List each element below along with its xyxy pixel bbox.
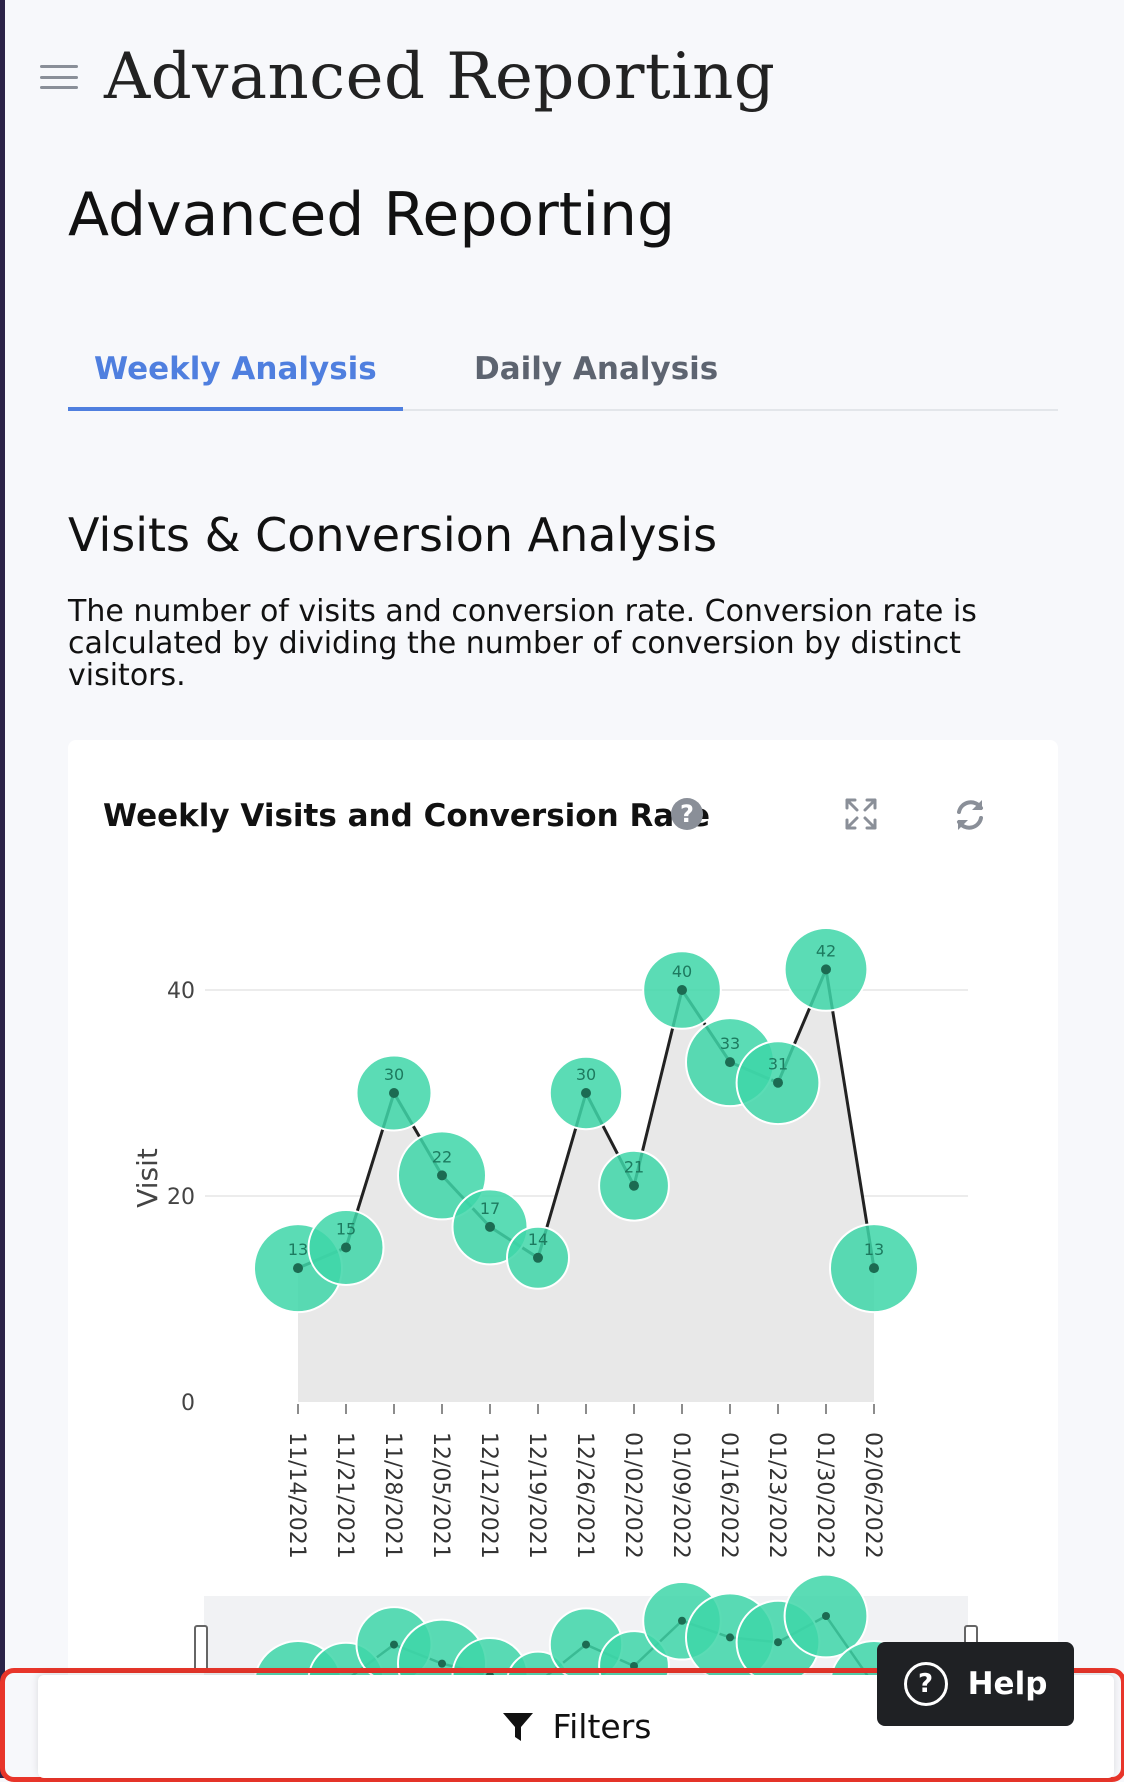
data-label: 30	[384, 1065, 404, 1084]
data-point	[389, 1088, 399, 1098]
chart-card: Weekly Visits and Conversion Rate ? 0 20 4…	[68, 740, 1058, 1778]
x-tick-label: 12/12/2021	[476, 1432, 501, 1559]
data-point	[533, 1252, 543, 1263]
filters-label: Filters	[552, 1707, 652, 1746]
data-label: 21	[624, 1158, 644, 1177]
data-point	[773, 1077, 783, 1088]
navigator-point	[390, 1640, 398, 1649]
section-title: Visits & Conversion Analysis	[68, 508, 718, 562]
y-tick-label: 0	[181, 1391, 195, 1416]
data-point	[869, 1263, 879, 1274]
y-axis-label: Visit	[131, 1148, 164, 1208]
x-tick-label: 11/28/2021	[380, 1432, 405, 1559]
x-tick-label: 12/26/2021	[572, 1432, 597, 1559]
data-point	[341, 1242, 351, 1253]
data-point	[581, 1088, 591, 1098]
hamburger-menu-icon[interactable]	[40, 65, 78, 89]
data-point	[485, 1221, 495, 1232]
data-point	[629, 1180, 639, 1191]
data-point	[293, 1263, 303, 1274]
data-label: 31	[768, 1055, 788, 1074]
data-label: 33	[720, 1034, 740, 1053]
data-label: 14	[528, 1230, 548, 1249]
x-tick-label: 01/09/2022	[668, 1432, 693, 1559]
navigator-point	[822, 1612, 830, 1620]
x-tick-label: 01/16/2022	[716, 1432, 741, 1559]
navigator-point	[678, 1616, 686, 1625]
y-tick-label: 20	[167, 1185, 195, 1210]
data-label: 40	[672, 962, 692, 981]
data-point	[725, 1057, 735, 1068]
x-tick-label: 01/30/2022	[812, 1432, 837, 1559]
help-button[interactable]: ? Help	[877, 1642, 1074, 1726]
question-circle-icon: ?	[903, 1662, 948, 1706]
navigator-point	[438, 1659, 446, 1668]
navigator-point	[726, 1633, 734, 1642]
tab-bar: Weekly Analysis Daily Analysis	[68, 345, 1058, 411]
filter-icon	[502, 1712, 533, 1741]
visits-chart: 0 20 40 Visit 11/14/2021 11/21/2021 11/28/2021…	[131, 927, 978, 1778]
data-label: 30	[576, 1065, 596, 1084]
navigator-point	[582, 1640, 590, 1649]
x-tick-label: 12/05/2021	[428, 1432, 453, 1559]
data-label: 15	[336, 1220, 356, 1239]
data-point	[677, 985, 687, 995]
x-tick-label: 02/06/2022	[860, 1432, 885, 1559]
data-label: 17	[480, 1199, 500, 1218]
help-label: Help	[967, 1666, 1048, 1702]
x-tick-label: 11/14/2021	[284, 1432, 309, 1559]
tab-daily-analysis[interactable]: Daily Analysis	[448, 345, 744, 407]
data-label: 22	[432, 1147, 452, 1166]
tab-weekly-analysis[interactable]: Weekly Analysis	[68, 345, 403, 411]
data-label: 42	[816, 941, 836, 960]
x-tick-label: 01/02/2022	[620, 1432, 645, 1559]
y-tick-label: 40	[167, 979, 195, 1004]
x-tick-label: 12/19/2021	[524, 1432, 549, 1559]
data-point	[437, 1170, 447, 1181]
data-point	[821, 964, 831, 975]
navigator-point	[774, 1638, 782, 1647]
area-fill	[298, 969, 874, 1402]
data-label: 13	[864, 1240, 884, 1259]
navigator-point	[630, 1662, 638, 1670]
data-label: 13	[288, 1240, 308, 1259]
page-title: Advanced Reporting	[68, 180, 676, 250]
x-tick-label: 01/23/2022	[764, 1432, 789, 1559]
app-title: Advanced Reporting	[104, 40, 776, 114]
range-handle-left	[194, 1625, 208, 1671]
section-description: The number of visits and conversion rate…	[68, 594, 977, 693]
x-tick-label: 11/21/2021	[332, 1432, 357, 1559]
window-edge	[0, 0, 5, 1778]
app-header: Advanced Reporting	[40, 40, 775, 114]
